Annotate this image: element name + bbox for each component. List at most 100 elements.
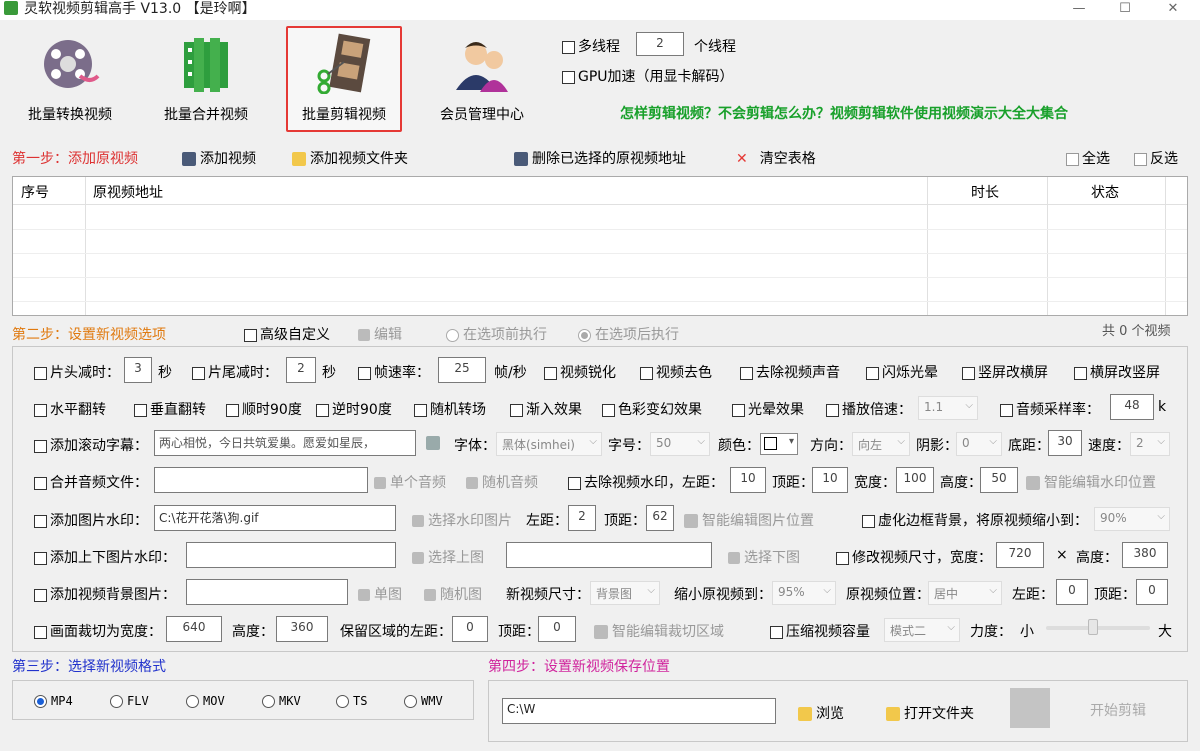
bg-top-input[interactable]: 0 <box>1136 579 1168 605</box>
after-radio[interactable] <box>578 328 591 342</box>
remove-watermark-checkbox[interactable] <box>568 476 581 490</box>
format-mkv[interactable]: MKV <box>262 694 301 708</box>
keep-left-input[interactable]: 0 <box>452 616 488 642</box>
promo-link[interactable]: 怎样剪辑视频？不会剪辑怎么办？视频剪辑软件使用视频演示大全大集合 <box>620 103 1068 123</box>
flash-option[interactable]: 闪烁光晕 <box>866 362 938 382</box>
tail-cut-checkbox[interactable] <box>192 366 205 380</box>
batch-merge-button[interactable]: 批量合并视频 <box>146 28 266 132</box>
advanced-option[interactable]: 高级自定义 <box>244 324 330 344</box>
ccw90-checkbox[interactable] <box>316 403 329 417</box>
fps-input[interactable]: 25 <box>438 357 486 383</box>
random-image-button[interactable]: 随机图 <box>424 584 482 604</box>
col-path[interactable]: 原视频地址 <box>93 182 163 202</box>
ccw90-option[interactable]: 逆时90度 <box>316 399 392 419</box>
open-folder-button[interactable]: 打开文件夹 <box>886 703 974 723</box>
resize-checkbox[interactable] <box>836 551 849 565</box>
edit-button[interactable]: 编辑 <box>358 324 402 344</box>
original-position-select[interactable]: 居中 ⌵ <box>928 581 1002 605</box>
col-duration[interactable]: 时长 <box>971 182 999 202</box>
fps-checkbox[interactable] <box>358 366 371 380</box>
hflip-option[interactable]: 水平翻转 <box>34 399 106 419</box>
background-image-input[interactable] <box>186 579 348 605</box>
maximize-button[interactable]: ☐ <box>1102 0 1148 20</box>
save-path-input[interactable]: C:\W <box>502 698 776 724</box>
tail-cut-input[interactable]: 2 <box>286 357 316 383</box>
img-left-input[interactable]: 2 <box>568 505 596 531</box>
keep-top-input[interactable]: 0 <box>538 616 576 642</box>
font-select[interactable]: 黑体(simhei) ⌵ <box>496 432 602 456</box>
sharpen-checkbox[interactable] <box>544 366 557 380</box>
color-picker[interactable]: ▾ <box>760 433 798 455</box>
speed-checkbox[interactable] <box>826 403 839 417</box>
compress-checkbox[interactable] <box>770 625 783 639</box>
scroll-subtitle-input[interactable]: 两心相悦，今日共筑爱巢。愿爱如星辰， <box>154 430 416 456</box>
member-center-button[interactable]: 会员管理中心 <box>422 28 542 132</box>
wm-left-input[interactable]: 10 <box>730 467 766 493</box>
compress-option[interactable]: 压缩视频容量 <box>770 621 870 641</box>
smart-image-button[interactable]: 智能编辑图片位置 <box>684 510 814 530</box>
remove-watermark-option[interactable]: 去除视频水印，左距： <box>568 472 724 492</box>
resize-height-input[interactable]: 380 <box>1122 542 1168 568</box>
video-table[interactable]: 序号 原视频地址 时长 状态 <box>12 176 1188 316</box>
scroll-subtitle-checkbox[interactable] <box>34 439 47 453</box>
speed-select[interactable]: 1.1 ⌵ <box>918 396 978 420</box>
tail-cut-option[interactable]: 片尾减时： <box>192 362 278 382</box>
decolor-option[interactable]: 视频去色 <box>640 362 712 382</box>
direction-select[interactable]: 向左 ⌵ <box>852 432 910 456</box>
batch-convert-button[interactable]: 批量转换视频 <box>10 28 130 132</box>
format-mp4-radio[interactable] <box>34 695 47 708</box>
bottom-image-input[interactable] <box>506 542 712 568</box>
halo-checkbox[interactable] <box>732 403 745 417</box>
format-wmv-radio[interactable] <box>404 695 417 708</box>
thread-count-input[interactable]: 2 <box>636 32 684 56</box>
random-transition-checkbox[interactable] <box>414 403 427 417</box>
crop-width-input[interactable]: 640 <box>166 616 222 642</box>
sharpen-option[interactable]: 视频锐化 <box>544 362 616 382</box>
format-mov-radio[interactable] <box>186 695 199 708</box>
size-select[interactable]: 50 ⌵ <box>650 432 710 456</box>
background-image-checkbox[interactable] <box>34 588 47 602</box>
wm-top-input[interactable]: 10 <box>812 467 848 493</box>
h2v-option[interactable]: 横屏改竖屏 <box>1074 362 1160 382</box>
after-option[interactable]: 在选项后执行 <box>578 324 679 344</box>
blur-border-option[interactable]: 虚化边框背景，将原视频缩小到： <box>862 510 1088 530</box>
shadow-select[interactable]: 0 ⌵ <box>956 432 1002 456</box>
wm-height-input[interactable]: 50 <box>980 467 1018 493</box>
single-audio-button[interactable]: 单个音频 <box>374 472 446 492</box>
img-top-input[interactable]: 62 <box>646 505 674 531</box>
top-bottom-watermark-option[interactable]: 添加上下图片水印： <box>34 547 176 567</box>
merge-audio-input[interactable] <box>154 467 368 493</box>
before-option[interactable]: 在选项前执行 <box>446 324 547 344</box>
v2h-option[interactable]: 竖屏改横屏 <box>962 362 1048 382</box>
choose-watermark-button[interactable]: 选择水印图片 <box>412 510 512 530</box>
format-wmv[interactable]: WMV <box>404 694 443 708</box>
scroll-subtitle-option[interactable]: 添加滚动字幕： <box>34 435 148 455</box>
top-image-input[interactable] <box>186 542 396 568</box>
image-watermark-option[interactable]: 添加图片水印： <box>34 510 148 530</box>
start-cut-button[interactable]: 开始剪辑 <box>1090 700 1146 720</box>
format-mov[interactable]: MOV <box>186 694 225 708</box>
speed-option[interactable]: 播放倍速： <box>826 399 912 419</box>
batch-cut-button[interactable]: 批量剪辑视频 <box>286 26 402 132</box>
add-folder-button[interactable]: 添加视频文件夹 <box>292 148 408 168</box>
format-ts-radio[interactable] <box>336 695 349 708</box>
add-video-button[interactable]: 添加视频 <box>182 148 256 168</box>
invert-checkbox[interactable] <box>1134 152 1147 166</box>
head-cut-checkbox[interactable] <box>34 366 47 380</box>
delete-selected-button[interactable]: 删除已选择的原视频地址 <box>514 148 686 168</box>
mute-option[interactable]: 去除视频声音 <box>740 362 840 382</box>
sample-rate-checkbox[interactable] <box>1000 403 1013 417</box>
invert-selection-button[interactable]: 反选 <box>1134 148 1178 168</box>
bottom-input[interactable]: 30 <box>1048 430 1082 456</box>
format-mkv-radio[interactable] <box>262 695 275 708</box>
text-edit-icon[interactable] <box>426 436 440 450</box>
scroll-speed-select[interactable]: 2 ⌵ <box>1130 432 1170 456</box>
color-variation-option[interactable]: 色彩变幻效果 <box>602 399 702 419</box>
hflip-checkbox[interactable] <box>34 403 47 417</box>
select-all-checkbox[interactable] <box>1066 152 1079 166</box>
mute-checkbox[interactable] <box>740 366 753 380</box>
format-ts[interactable]: TS <box>336 694 367 708</box>
cw90-checkbox[interactable] <box>226 403 239 417</box>
crop-checkbox[interactable] <box>34 625 47 639</box>
resize-width-input[interactable]: 720 <box>996 542 1044 568</box>
